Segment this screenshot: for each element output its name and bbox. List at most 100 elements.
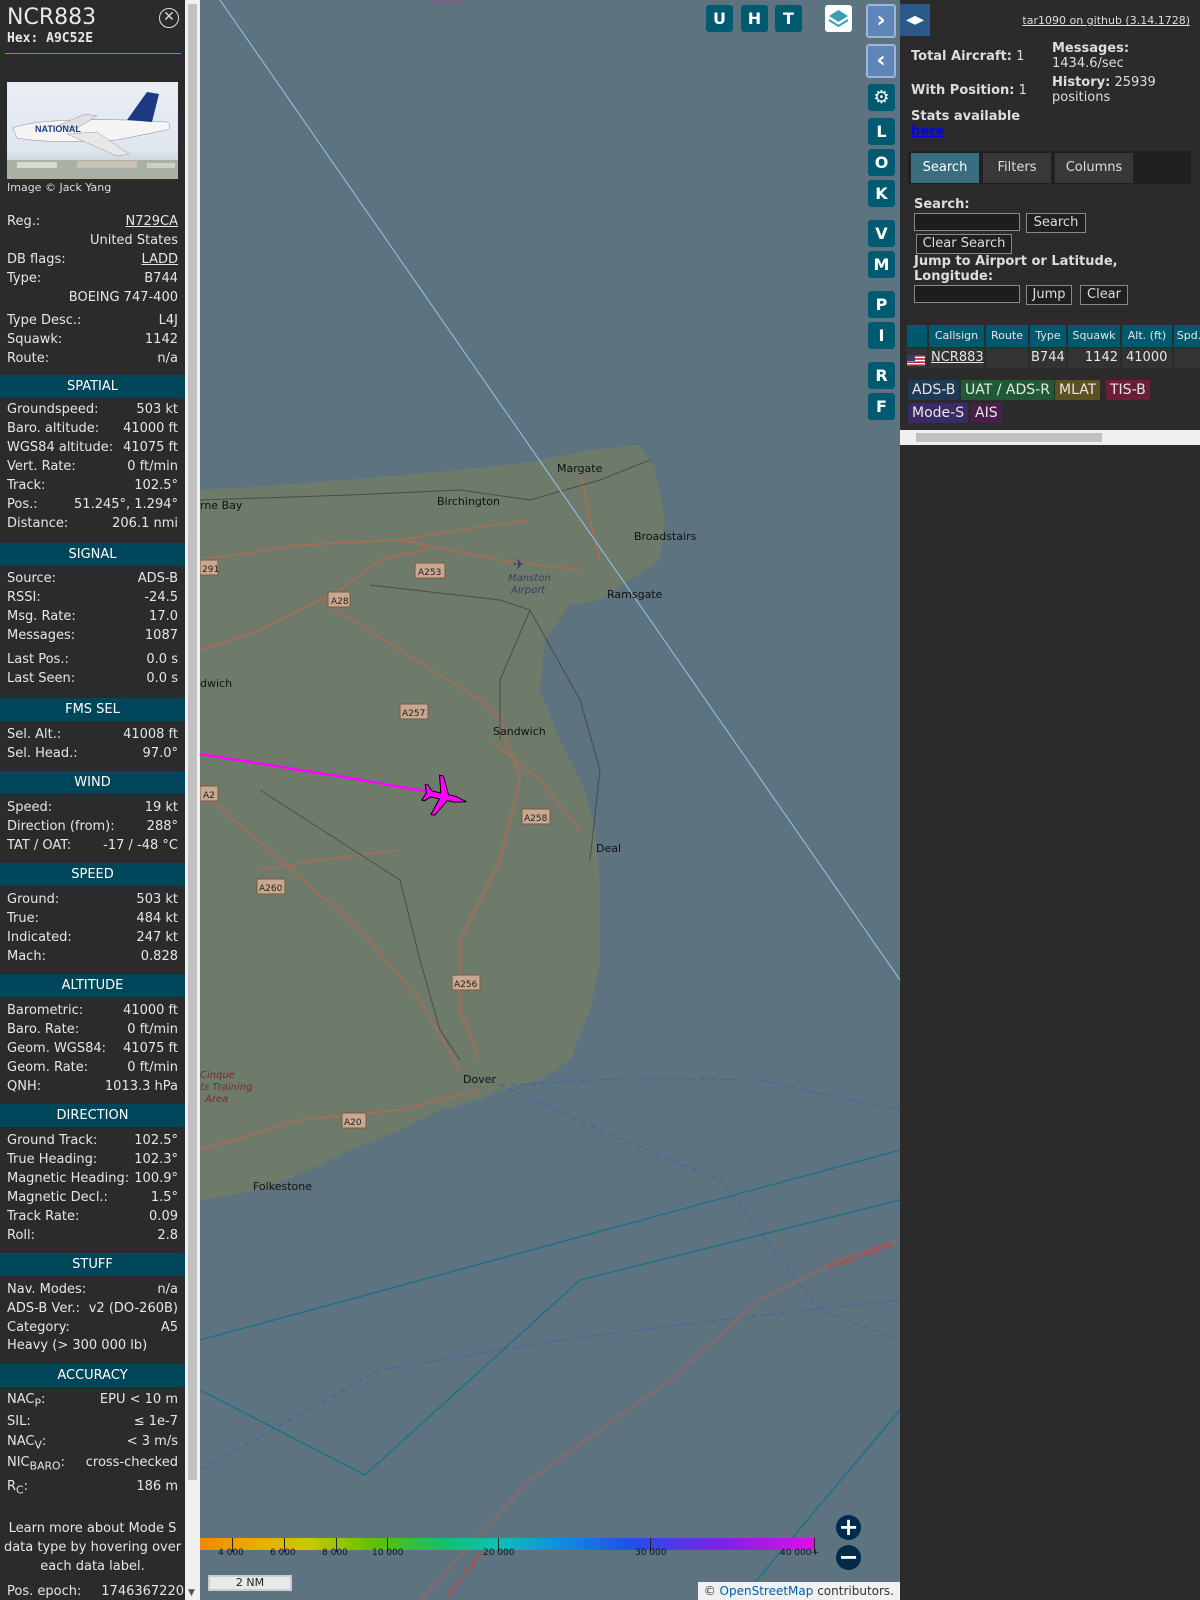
info-row-value: 41008 ft: [123, 727, 178, 742]
place-label: Cinque: [200, 1070, 235, 1081]
info-row-value: 102.5°: [134, 1133, 178, 1148]
chevron-left-icon[interactable]: ‹: [866, 44, 896, 78]
jump-button[interactable]: Jump: [1026, 285, 1072, 305]
map-button-p[interactable]: P: [868, 291, 895, 318]
clear-search-button[interactable]: Clear Search: [916, 234, 1012, 254]
info-row: Distance: 206.1 nmi: [7, 516, 178, 535]
info-row-label: Category:: [7, 1320, 70, 1335]
info-row-value: 19 kt: [144, 800, 178, 815]
info-row-value: 0 ft/min: [127, 1060, 178, 1075]
stats-link[interactable]: here: [911, 124, 944, 139]
map-button-k[interactable]: K: [868, 180, 895, 207]
place-label: Area: [204, 1094, 228, 1105]
info-row-label: Geom. WGS84:: [7, 1041, 107, 1056]
info-row-label: Track Rate:: [7, 1209, 80, 1224]
info-row-label: QNH:: [7, 1079, 42, 1094]
osm-link[interactable]: OpenStreetMap: [720, 1584, 814, 1598]
info-row-value: 206.1 nmi: [112, 516, 178, 531]
info-row: Magnetic Decl.: 1.5°: [7, 1190, 178, 1209]
map-button-m[interactable]: M: [868, 251, 895, 278]
info-row-label: Barometric:: [7, 1003, 84, 1018]
map-button-o[interactable]: O: [868, 149, 895, 176]
chevron-right-icon[interactable]: ›: [866, 4, 896, 38]
info-row-label: True Heading:: [7, 1152, 98, 1167]
map-button-r[interactable]: R: [868, 362, 895, 389]
expand-collapse-icon[interactable]: ◂▸: [900, 4, 930, 36]
info-row-value: -24.5: [144, 590, 178, 605]
info-row-value: 0.0 s: [146, 652, 178, 667]
table-row[interactable]: NCR883 B744 1142 41000: [907, 348, 1200, 368]
info-row-value: 247 kt: [136, 930, 178, 945]
info-row-label: Track:: [7, 478, 46, 493]
tab-search[interactable]: Search: [911, 153, 979, 183]
close-icon[interactable]: ✕: [159, 8, 179, 28]
info-row: Track: 102.5°: [7, 478, 178, 497]
dbflags-link[interactable]: LADD: [142, 252, 178, 267]
column-altitude[interactable]: Alt. (ft): [1122, 325, 1172, 347]
map-button-h[interactable]: H: [741, 5, 768, 32]
info-row-label: Source:: [7, 571, 57, 586]
info-row-label: Messages:: [7, 628, 76, 643]
map-button-l[interactable]: L: [868, 118, 895, 145]
map-button-f[interactable]: F: [868, 393, 895, 420]
jump-input[interactable]: [914, 285, 1020, 303]
info-row-sil: SIL: ≤ 1e-7: [7, 1414, 178, 1429]
zoom-out-icon[interactable]: −: [836, 1545, 861, 1570]
search-input[interactable]: [914, 213, 1020, 231]
road-label: A20: [344, 1118, 362, 1128]
photo-credit: Image © Jack Yang: [7, 181, 112, 194]
info-row-value: v2 (DO-260B): [88, 1301, 178, 1316]
info-row-label: WGS84 altitude:: [7, 440, 114, 455]
info-row: Source: ADS-B: [7, 571, 178, 590]
map-view[interactable]: France metro ance metro ✈ Margate Birchi…: [200, 0, 900, 1600]
row-callsign[interactable]: NCR883: [929, 348, 984, 368]
clear-jump-button[interactable]: Clear: [1080, 285, 1128, 305]
table-horizontal-scrollbar[interactable]: [900, 430, 1200, 445]
source-badge: UAT / ADS-R: [961, 380, 1054, 400]
info-panel-scrollbar[interactable]: ▼: [185, 0, 200, 1600]
stat-history: History: 25939 positions: [1052, 75, 1156, 105]
info-row-value: 41000 ft: [123, 421, 178, 436]
info-row-label: Sel. Head.:: [7, 746, 78, 761]
column-type[interactable]: Type: [1030, 325, 1066, 347]
map-button-t[interactable]: T: [775, 5, 802, 32]
tab-columns[interactable]: Columns: [1055, 153, 1133, 183]
github-link[interactable]: tar1090 on github (3.14.1728): [1022, 14, 1190, 27]
settings-gear-icon[interactable]: ⚙: [868, 84, 895, 111]
map-button-v[interactable]: V: [868, 220, 895, 247]
tab-filters[interactable]: Filters: [983, 153, 1051, 183]
column-squawk[interactable]: Squawk: [1068, 325, 1120, 347]
registration-link[interactable]: N729CA: [125, 214, 178, 229]
column-speed[interactable]: Spd.: [1174, 325, 1200, 347]
column-callsign[interactable]: Callsign: [929, 325, 984, 347]
info-row: Sel. Alt.: 41008 ft: [7, 727, 178, 746]
scrollbar-thumb[interactable]: [188, 4, 197, 1480]
info-row-route: Route: n/a: [7, 351, 178, 366]
map-button-u[interactable]: U: [706, 5, 733, 32]
info-row-value: A5: [160, 1320, 178, 1335]
info-row-label: Distance:: [7, 516, 69, 531]
scrollbar-thumb[interactable]: [916, 433, 1102, 442]
column-flag[interactable]: [907, 325, 927, 347]
map-canvas[interactable]: France metro ance metro ✈ Margate Birchi…: [200, 0, 900, 1600]
search-button[interactable]: Search: [1026, 213, 1086, 233]
zoom-in-icon[interactable]: +: [836, 1515, 861, 1540]
section-spatial: SPATIAL: [0, 375, 185, 398]
place-label: Sandwich: [493, 725, 546, 738]
place-label: Folkestone: [253, 1180, 312, 1193]
info-row-label: Groundspeed:: [7, 402, 99, 417]
info-row: Baro. altitude: 41000 ft: [7, 421, 178, 440]
info-row-value: 51.245°, 1.294°: [74, 497, 178, 512]
info-row-label: Sel. Alt.:: [7, 727, 62, 742]
info-row: Track Rate: 0.09: [7, 1209, 178, 1228]
source-badge: AIS: [971, 403, 1002, 423]
info-row-dbflags: DB flags: LADD: [7, 252, 178, 267]
info-row: Category: A5: [7, 1320, 178, 1339]
section-direction: DIRECTION: [0, 1104, 185, 1127]
map-button-i[interactable]: I: [868, 322, 895, 349]
scroll-down-icon[interactable]: ▼: [188, 1588, 195, 1598]
aircraft-photo[interactable]: NATIONAL: [7, 82, 178, 179]
info-row-label: Roll:: [7, 1228, 36, 1243]
layers-button[interactable]: [825, 5, 852, 32]
column-route[interactable]: Route: [986, 325, 1028, 347]
